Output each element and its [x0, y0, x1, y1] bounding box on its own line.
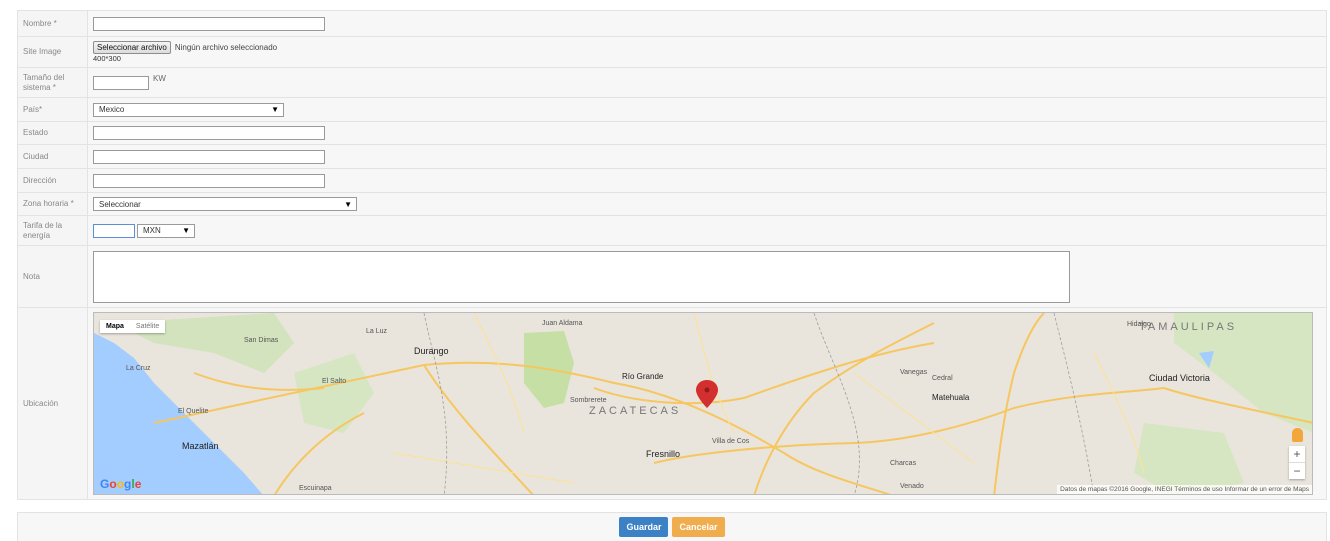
- tarifa-input[interactable]: [93, 223, 135, 238]
- zona-horaria-selected: Seleccionar: [99, 199, 141, 209]
- map-type-control: Mapa Satélite: [100, 320, 166, 333]
- map-label-cedral: Cedral: [932, 375, 953, 382]
- form-actions: Guardar Cancelar: [17, 512, 1327, 541]
- direccion-input[interactable]: [93, 173, 325, 188]
- street-view-pegman-icon[interactable]: [1292, 428, 1303, 442]
- direccion-label: Dirección: [18, 169, 88, 192]
- row-ciudad: Ciudad: [17, 145, 1327, 169]
- nota-label: Nota: [18, 246, 88, 307]
- map-label-rio-grande: Río Grande: [622, 372, 664, 381]
- map-label-ciudad-victoria: Ciudad Victoria: [1149, 373, 1210, 383]
- zona-horaria-select[interactable]: Seleccionar ▼: [93, 197, 357, 211]
- estado-label: Estado: [18, 122, 88, 144]
- chevron-down-icon: ▼: [271, 105, 279, 114]
- map-label-el-quelite: El Quelite: [178, 408, 209, 415]
- zona-horaria-label: Zona horaria *: [18, 193, 88, 215]
- map-label-la-luz: La Luz: [366, 328, 388, 335]
- estado-input[interactable]: [93, 126, 325, 140]
- map-label-la-cruz: La Cruz: [126, 365, 151, 372]
- currency-selected: MXN: [143, 226, 161, 235]
- map-type-mapa[interactable]: Mapa: [100, 320, 130, 333]
- map-label-escuinapa: Escuinapa: [299, 485, 332, 492]
- tarifa-label: Tarifa de la energía: [18, 216, 88, 245]
- row-direccion: Dirección: [17, 169, 1327, 193]
- map-label-mazatlan: Mazatlán: [182, 441, 219, 451]
- row-site-image: Site Image Seleccionar archivo Ningún ar…: [17, 37, 1327, 68]
- map-label-sombrerete: Sombrerete: [570, 397, 607, 404]
- row-pais: País* Mexico ▼: [17, 98, 1327, 122]
- ciudad-label: Ciudad: [18, 145, 88, 168]
- map-label-hidalgo: Hidalgo: [1127, 321, 1151, 328]
- map-label-charcas: Charcas: [890, 460, 917, 467]
- ubicacion-label: Ubicación: [18, 308, 88, 499]
- site-form: Nombre * Site Image Seleccionar archivo …: [17, 10, 1327, 500]
- kw-unit: KW: [153, 74, 166, 83]
- nombre-label: Nombre *: [18, 11, 88, 36]
- row-ubicacion: Ubicación Mapa Satélite ZACATECAS TAMAUL…: [17, 308, 1327, 500]
- map-label-fresnillo: Fresnillo: [646, 449, 681, 459]
- choose-file-button[interactable]: Seleccionar archivo: [93, 41, 171, 54]
- nota-textarea[interactable]: [93, 250, 1070, 303]
- ciudad-input[interactable]: [93, 149, 325, 164]
- pais-selected: Mexico: [99, 105, 125, 114]
- image-size-hint: 400*300: [93, 54, 121, 63]
- nombre-input[interactable]: [93, 16, 325, 31]
- map-label-san-dimas: San Dimas: [244, 337, 279, 344]
- currency-select[interactable]: MXN ▼: [137, 223, 195, 238]
- file-status: Ningún archivo seleccionado: [174, 43, 278, 52]
- map-label-el-salto: El Salto: [322, 378, 347, 385]
- row-zona-horaria: Zona horaria * Seleccionar ▼: [17, 193, 1327, 216]
- map-label-venado: Venado: [900, 483, 924, 490]
- map-label-vanegas: Vanegas: [900, 369, 928, 376]
- zoom-in-button[interactable]: +: [1289, 446, 1305, 462]
- map-label-durango: Durango: [414, 346, 449, 356]
- map-label-juan-aldama: Juan Aldama: [542, 320, 583, 327]
- cancel-button[interactable]: Cancelar: [672, 517, 725, 537]
- row-nota: Nota: [17, 246, 1327, 308]
- chevron-down-icon: ▼: [182, 226, 190, 235]
- map-copyright: Datos de mapas ©2016 Google, INEGI Térmi…: [1057, 485, 1312, 494]
- map-label-villa-de-cos: Villa de Cos: [712, 438, 750, 445]
- row-estado: Estado: [17, 122, 1327, 145]
- site-image-label: Site Image: [18, 37, 88, 67]
- map-label-zacatecas: ZACATECAS: [589, 405, 682, 417]
- pais-label: País*: [18, 98, 88, 121]
- save-button[interactable]: Guardar: [619, 517, 669, 537]
- pais-select[interactable]: Mexico ▼: [93, 102, 284, 117]
- google-logo: Google: [100, 477, 142, 491]
- row-nombre: Nombre *: [17, 11, 1327, 37]
- zoom-out-button[interactable]: −: [1289, 462, 1305, 479]
- row-tarifa: Tarifa de la energía MXN ▼: [17, 216, 1327, 246]
- location-map[interactable]: Mapa Satélite ZACATECAS TAMAULIPAS Duran…: [93, 312, 1313, 495]
- row-tamano: Tamaño del sistema * KW: [17, 68, 1327, 98]
- chevron-down-icon: ▼: [344, 199, 352, 209]
- map-label-tamaulipas: TAMAULIPAS: [1139, 321, 1238, 333]
- map-label-matehuala: Matehuala: [932, 393, 970, 402]
- map-type-satelite[interactable]: Satélite: [130, 320, 165, 333]
- tamano-label: Tamaño del sistema *: [18, 68, 88, 97]
- tamano-input[interactable]: [93, 75, 149, 90]
- zoom-control: + −: [1289, 446, 1305, 479]
